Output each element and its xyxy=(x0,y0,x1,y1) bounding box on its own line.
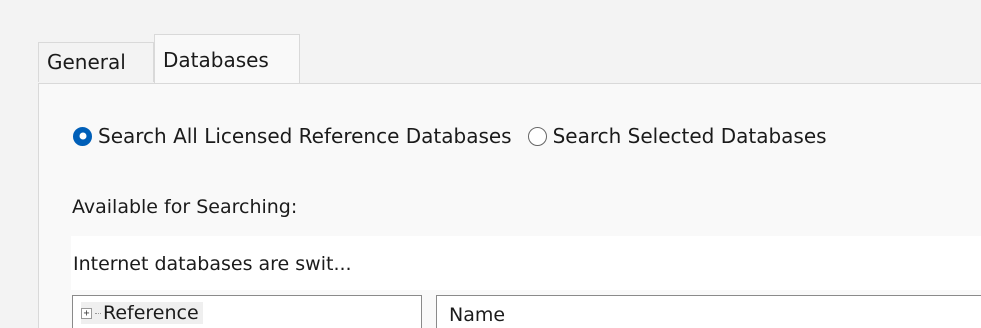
options-dialog: General Databases Search All Licensed Re… xyxy=(0,0,981,328)
search-all-licensed-label: Search All Licensed Reference Databases xyxy=(98,124,512,148)
database-tree[interactable]: + Reference xyxy=(72,295,422,328)
tab-strip: General Databases xyxy=(38,34,981,84)
tree-item-reference[interactable]: + Reference xyxy=(81,302,203,324)
tab-databases[interactable]: Databases xyxy=(154,34,300,84)
search-selected-radio[interactable]: Search Selected Databases xyxy=(527,124,827,148)
databases-panel: Search All Licensed Reference Databases … xyxy=(38,83,981,328)
tree-connector xyxy=(95,312,101,314)
radio-selected-icon[interactable] xyxy=(73,126,92,146)
search-selected-label: Search Selected Databases xyxy=(552,124,827,148)
tab-general[interactable]: General xyxy=(38,42,154,82)
expand-plus-icon[interactable]: + xyxy=(81,307,92,319)
search-scope-group: Search All Licensed Reference Databases … xyxy=(73,122,843,150)
column-header-name[interactable]: Name xyxy=(449,304,505,326)
internet-databases-info: Internet databases are swit... xyxy=(73,253,352,275)
tree-item-label: Reference xyxy=(103,302,199,324)
search-all-licensed-radio[interactable]: Search All Licensed Reference Databases xyxy=(73,124,512,148)
radio-unselected-icon[interactable] xyxy=(527,126,547,146)
info-band: Internet databases are swit... xyxy=(71,236,981,290)
database-list[interactable]: Name xyxy=(436,295,981,328)
available-for-searching-label: Available for Searching: xyxy=(72,196,298,218)
